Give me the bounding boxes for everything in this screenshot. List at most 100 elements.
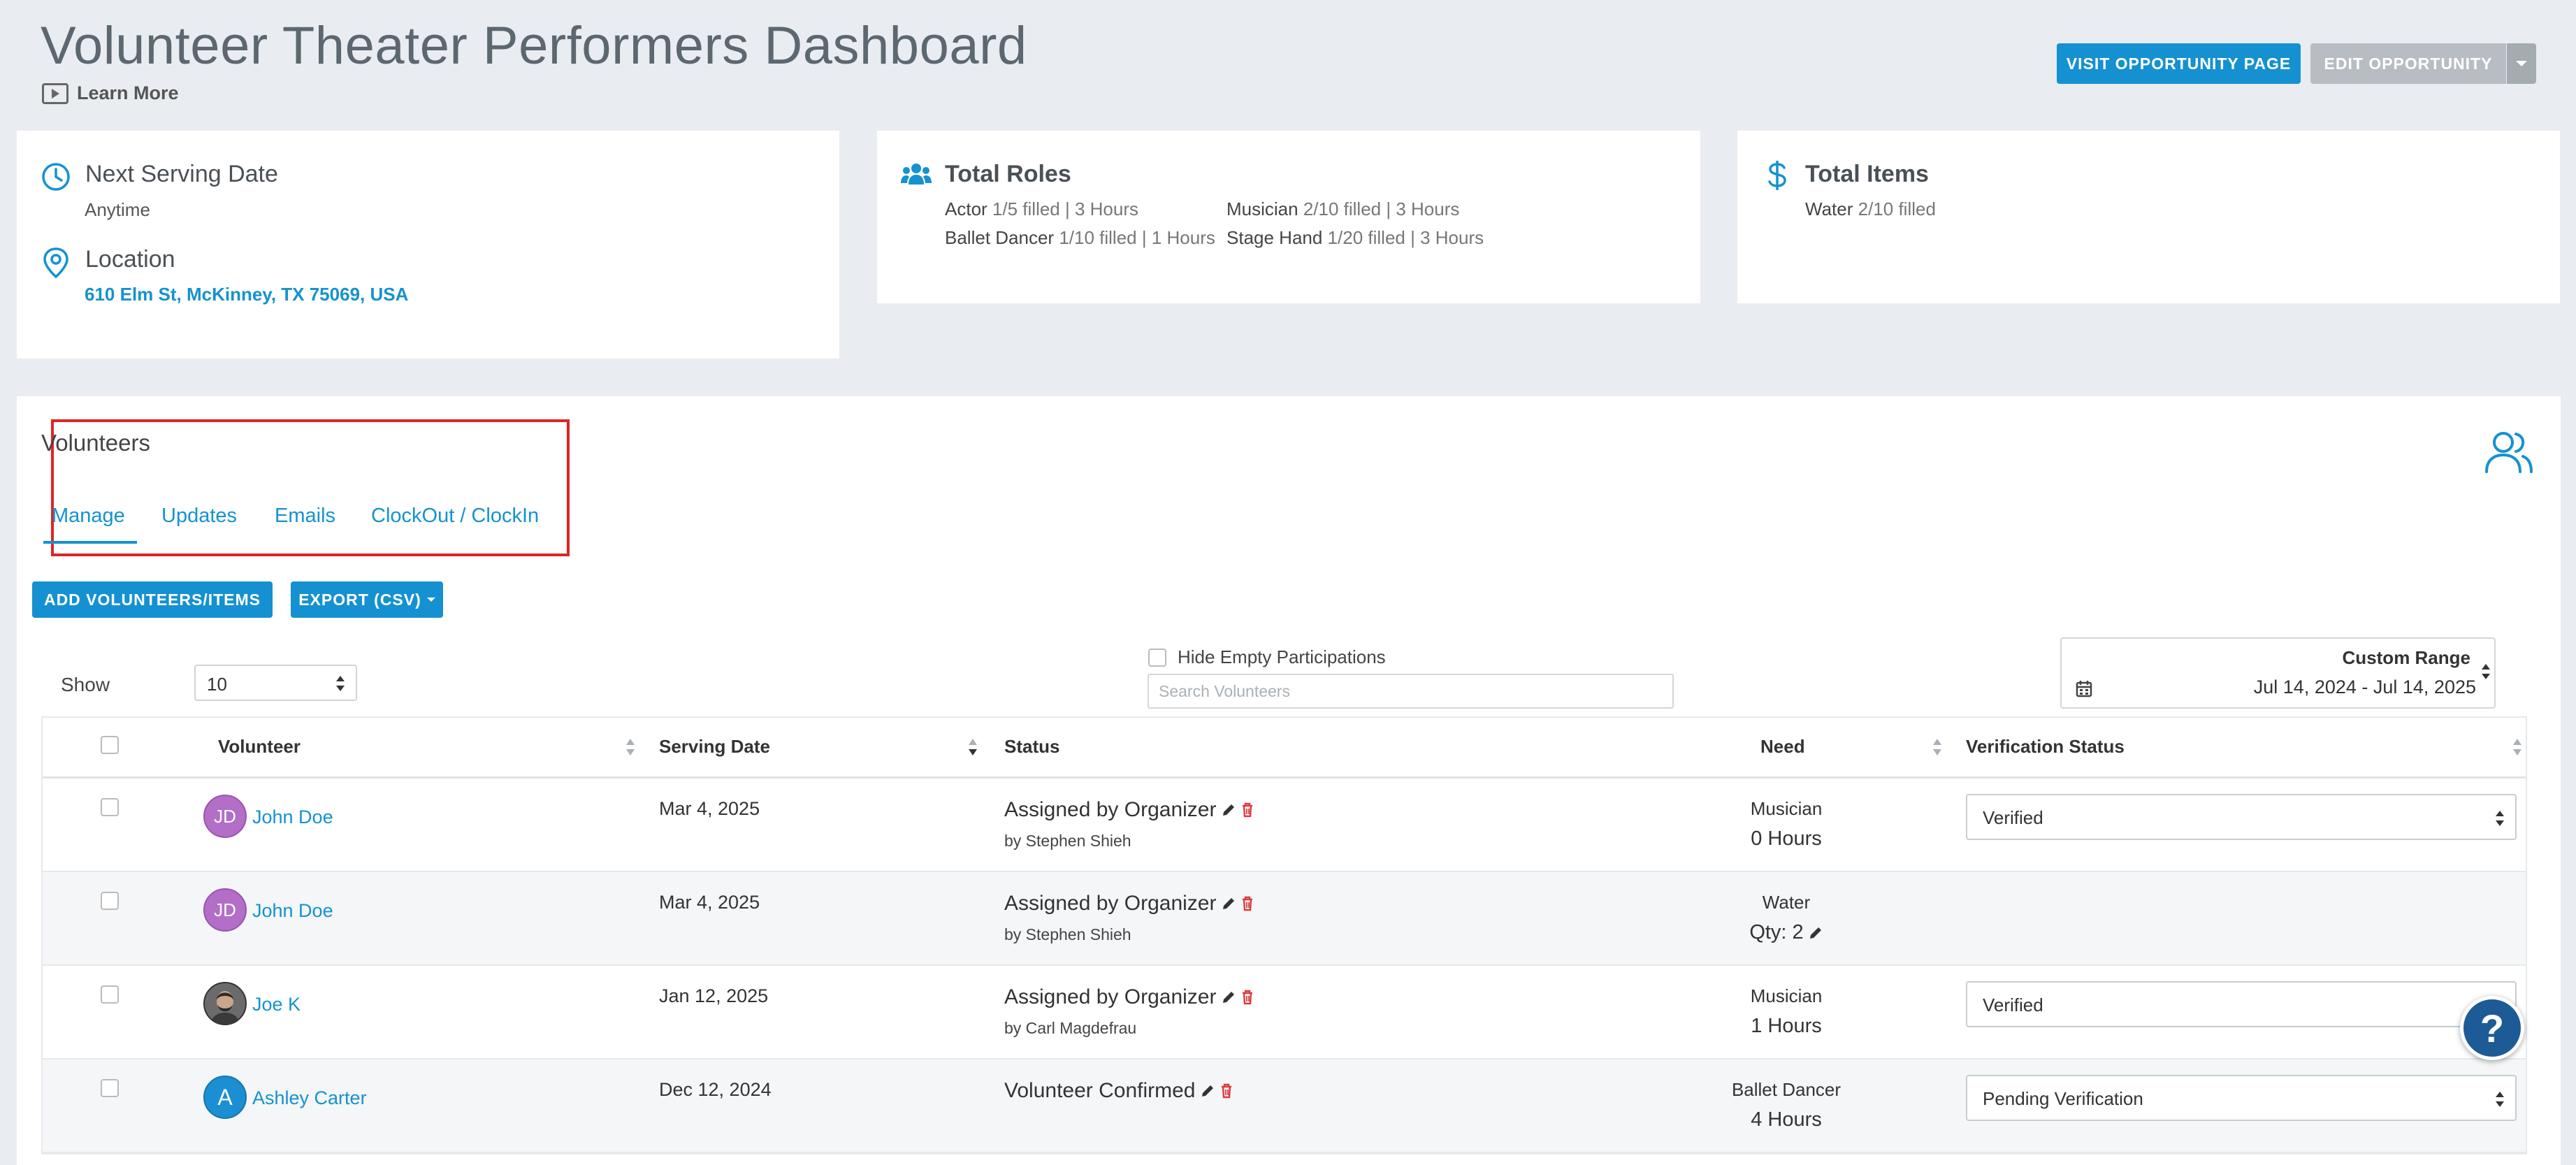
serving-info-card: Next Serving Date Anytime Location 610 E… <box>17 131 839 359</box>
table-row: Joe K Jan 12, 2025 Assigned by Organizer… <box>43 966 2526 1059</box>
sort-icon[interactable] <box>2513 739 2521 755</box>
status-text: Assigned by Organizer <box>1004 798 1217 821</box>
row-checkbox[interactable] <box>101 1079 119 1097</box>
row-checkbox[interactable] <box>101 798 119 816</box>
role-ballet-dancer: Ballet Dancer 1/10 filled | 1 Hours <box>945 227 1215 248</box>
page-size-select[interactable]: 10 <box>194 665 357 701</box>
need-role: Ballet Dancer <box>1731 1079 1841 1100</box>
need-value: Qty: 2 <box>1723 921 1849 944</box>
volunteer-name-link[interactable]: John Doe <box>252 900 333 922</box>
learn-more-link[interactable]: Learn More <box>42 82 179 104</box>
video-icon <box>42 82 68 104</box>
row-checkbox[interactable] <box>101 892 119 910</box>
avatar: JD <box>203 888 247 932</box>
column-status[interactable]: Status <box>1004 736 1059 758</box>
column-serving-date[interactable]: Serving Date <box>659 736 770 758</box>
user-photo-icon <box>205 983 245 1024</box>
chevron-down-icon <box>2516 61 2527 66</box>
verification-select[interactable]: Verified <box>1966 794 2517 840</box>
sort-desc-icon[interactable] <box>969 739 977 755</box>
export-csv-button[interactable]: EXPORT (CSV) <box>291 581 443 618</box>
calendar-icon <box>2076 681 2092 697</box>
status: Assigned by Organizer <box>1004 892 1254 916</box>
volunteers-title: Volunteers <box>41 430 150 456</box>
volunteers-table: Volunteer Serving Date Status Need Verif… <box>41 716 2527 1155</box>
show-label: Show <box>61 674 110 695</box>
tab-clockout-clockin[interactable]: ClockOut / ClockIn <box>371 505 539 528</box>
avatar <box>203 982 247 1025</box>
volunteer-name-link[interactable]: John Doe <box>252 806 333 828</box>
need-value: 0 Hours <box>1751 827 1822 850</box>
status-by: by Carl Magdefrau <box>1004 1019 1137 1037</box>
tab-emails[interactable]: Emails <box>275 505 335 528</box>
trash-icon[interactable] <box>1240 896 1254 911</box>
tab-manage[interactable]: Manage <box>52 505 125 528</box>
chevron-down-icon <box>426 598 435 602</box>
tab-updates[interactable]: Updates <box>161 505 237 528</box>
edit-opportunity-dropdown[interactable] <box>2507 43 2536 84</box>
volunteer-name-link[interactable]: Joe K <box>252 994 301 1015</box>
volunteer-name-link[interactable]: Ashley Carter <box>252 1087 367 1109</box>
verification-select[interactable]: Verified <box>1966 981 2517 1027</box>
pencil-icon[interactable] <box>1221 990 1236 1005</box>
status: Assigned by Organizer <box>1004 798 1254 822</box>
table-row: JD John Doe Mar 4, 2025 Assigned by Orga… <box>43 779 2526 872</box>
location-heading: Location <box>85 246 175 273</box>
table-row: A Ashley Carter Dec 12, 2024 Volunteer C… <box>43 1059 2526 1153</box>
status-text: Assigned by Organizer <box>1004 892 1217 915</box>
roles-card: Total Roles Actor 1/5 filled | 3 Hours B… <box>877 131 1700 303</box>
select-arrows-icon <box>2482 664 2490 679</box>
status: Volunteer Confirmed <box>1004 1079 1233 1103</box>
column-need[interactable]: Need <box>1760 736 1805 758</box>
role-stage-hand: Stage Hand 1/20 filled | 3 Hours <box>1227 227 1484 248</box>
verification-value: Verified <box>1983 807 2043 828</box>
serving-date: Mar 4, 2025 <box>659 892 760 913</box>
trash-icon[interactable] <box>1240 990 1254 1005</box>
need-role: Water <box>1762 892 1811 913</box>
search-volunteers-input[interactable] <box>1148 674 1674 709</box>
row-checkbox[interactable] <box>101 985 119 1004</box>
map-pin-icon <box>43 247 68 279</box>
items-card: Total Items Water 2/10 filled <box>1737 131 2560 303</box>
pencil-icon[interactable] <box>1221 896 1236 911</box>
table-header: Volunteer Serving Date Status Need Verif… <box>43 718 2526 779</box>
pencil-icon[interactable] <box>1221 802 1236 818</box>
pencil-icon[interactable] <box>1808 925 1823 941</box>
sort-icon[interactable] <box>1933 739 1941 755</box>
trash-icon[interactable] <box>1240 802 1254 818</box>
page-title: Volunteer Theater Performers Dashboard <box>41 16 1027 75</box>
volunteers-panel: Volunteers Manage Updates Emails ClockOu… <box>17 396 2561 1165</box>
trash-icon[interactable] <box>1220 1083 1233 1099</box>
status-by: by Stephen Shieh <box>1004 925 1131 943</box>
dollar-icon <box>1768 161 1786 190</box>
status-text: Assigned by Organizer <box>1004 985 1217 1008</box>
serving-date: Dec 12, 2024 <box>659 1079 772 1100</box>
hide-empty-checkbox[interactable] <box>1148 648 1166 667</box>
pencil-icon[interactable] <box>1200 1083 1215 1099</box>
volunteers-icon[interactable] <box>2484 430 2534 475</box>
status-by: by Stephen Shieh <box>1004 832 1131 850</box>
users-group-icon <box>901 164 932 184</box>
item-water: Water 2/10 filled <box>1805 198 1936 219</box>
active-tab-indicator <box>43 541 137 544</box>
location-link[interactable]: 610 Elm St, McKinney, TX 75069, USA <box>85 284 408 305</box>
need-role: Musician <box>1750 798 1823 819</box>
sort-icon[interactable] <box>626 739 635 755</box>
add-volunteers-button[interactable]: ADD VOLUNTEERS/ITEMS <box>32 581 273 618</box>
verification-select[interactable]: Pending Verification <box>1966 1075 2517 1121</box>
help-button[interactable]: ? <box>2460 996 2524 1060</box>
select-all-checkbox[interactable] <box>101 736 119 754</box>
range-label: Custom Range <box>2342 647 2470 668</box>
date-range-picker[interactable]: Custom Range Jul 14, 2024 - Jul 14, 2025 <box>2060 637 2496 709</box>
status-text: Volunteer Confirmed <box>1004 1079 1196 1102</box>
visit-opportunity-button[interactable]: VISIT OPPORTUNITY PAGE <box>2057 43 2301 84</box>
roles-heading: Total Roles <box>945 161 1071 187</box>
column-volunteer[interactable]: Volunteer <box>218 736 301 758</box>
column-verification-status[interactable]: Verification Status <box>1966 736 2125 758</box>
hide-empty-toggle[interactable]: Hide Empty Participations <box>1148 646 1386 668</box>
need-value: 1 Hours <box>1751 1015 1822 1037</box>
role-musician: Musician 2/10 filled | 3 Hours <box>1227 198 1460 219</box>
edit-opportunity-button[interactable]: EDIT OPPORTUNITY <box>2310 43 2506 84</box>
avatar: JD <box>203 795 247 838</box>
learn-more-label: Learn More <box>77 82 179 103</box>
